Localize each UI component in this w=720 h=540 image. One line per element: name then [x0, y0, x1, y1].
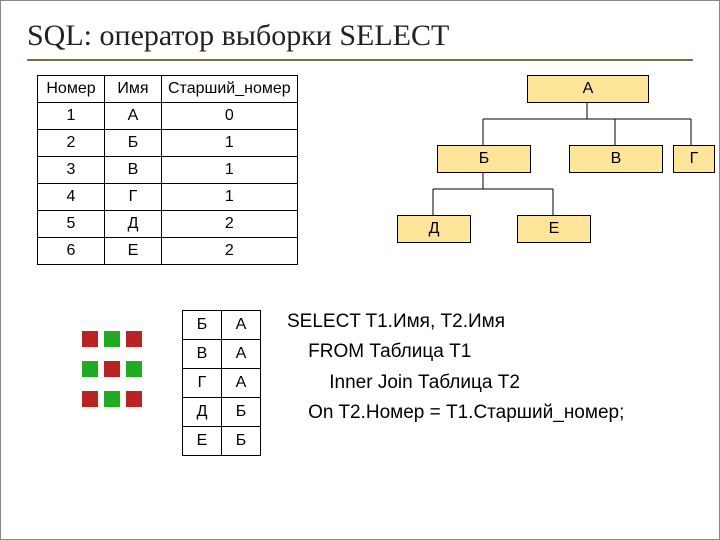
table-row: 2 Б 1: [38, 130, 298, 157]
tree-node-b: Б: [437, 145, 531, 173]
cell: Б: [183, 311, 222, 340]
cell: Е: [105, 238, 162, 265]
cell: А: [105, 103, 162, 130]
tree-node-g: Г: [673, 145, 715, 173]
marker-square-icon: [82, 391, 98, 407]
table-row: 1 А 0: [38, 103, 298, 130]
cell: 1: [162, 130, 298, 157]
marker-square-icon: [126, 361, 142, 377]
marker-square-icon: [104, 331, 120, 347]
sql-line: On T2.Номер = T1.Старший_номер;: [287, 402, 624, 423]
cell: А: [222, 340, 261, 369]
table-row: 6 Е 2: [38, 238, 298, 265]
hierarchy-tree: А Б В Г Д Е: [387, 75, 707, 285]
table-row: 3 В 1: [38, 157, 298, 184]
col-header-name: Имя: [105, 76, 162, 103]
cell: Б: [222, 427, 261, 456]
marker-square-icon: [126, 331, 142, 347]
cell: В: [105, 157, 162, 184]
sql-line: Inner Join Таблица T2: [287, 372, 520, 393]
sql-line: SELECT T1.Имя, T2.Имя: [287, 311, 505, 332]
marker-square-icon: [82, 331, 98, 347]
marker-square-icon: [104, 391, 120, 407]
cell: 2: [162, 238, 298, 265]
tree-node-e: Е: [517, 215, 591, 243]
cell: 1: [162, 157, 298, 184]
cell: Б: [105, 130, 162, 157]
cell: А: [222, 369, 261, 398]
tree-node-a: А: [527, 75, 649, 103]
cell: 3: [38, 157, 105, 184]
table-row: 4 Г 1: [38, 184, 298, 211]
table-row: Г А: [183, 369, 261, 398]
result-table: Б А В А Г А Д Б Е Б: [182, 310, 261, 456]
tree-node-v: В: [569, 145, 663, 173]
marker-square-icon: [104, 361, 120, 377]
table-row: Б А: [183, 311, 261, 340]
cell: 1: [38, 103, 105, 130]
cell: 5: [38, 211, 105, 238]
col-header-senior: Старший_номер: [162, 76, 298, 103]
content-area: Номер Имя Старший_номер 1 А 0 2 Б 1 3 В …: [27, 75, 693, 515]
source-table: Номер Имя Старший_номер 1 А 0 2 Б 1 3 В …: [37, 75, 298, 265]
table-row: 5 Д 2: [38, 211, 298, 238]
cell: 6: [38, 238, 105, 265]
tree-node-d: Д: [397, 215, 471, 243]
cell: Г: [105, 184, 162, 211]
cell: В: [183, 340, 222, 369]
sql-query: SELECT T1.Имя, T2.Имя FROM Таблица T1 In…: [287, 307, 624, 429]
table-row: В А: [183, 340, 261, 369]
marker-square-icon: [126, 391, 142, 407]
cell: Д: [105, 211, 162, 238]
col-header-nomer: Номер: [38, 76, 105, 103]
table-row: Е Б: [183, 427, 261, 456]
cell: 4: [38, 184, 105, 211]
table-header-row: Номер Имя Старший_номер: [38, 76, 298, 103]
marker-square-icon: [82, 361, 98, 377]
cell: 2: [38, 130, 105, 157]
cell: Г: [183, 369, 222, 398]
cell: Д: [183, 398, 222, 427]
slide: SQL: оператор выборки SELECT Номер Имя С…: [0, 0, 720, 540]
sql-line: FROM Таблица T1: [287, 341, 471, 362]
cell: Б: [222, 398, 261, 427]
cell: Е: [183, 427, 222, 456]
tree-connectors-icon: [387, 75, 707, 285]
cell: 0: [162, 103, 298, 130]
cell: А: [222, 311, 261, 340]
cell: 2: [162, 211, 298, 238]
cell: 1: [162, 184, 298, 211]
page-title: SQL: оператор выборки SELECT: [27, 19, 693, 61]
table-row: Д Б: [183, 398, 261, 427]
